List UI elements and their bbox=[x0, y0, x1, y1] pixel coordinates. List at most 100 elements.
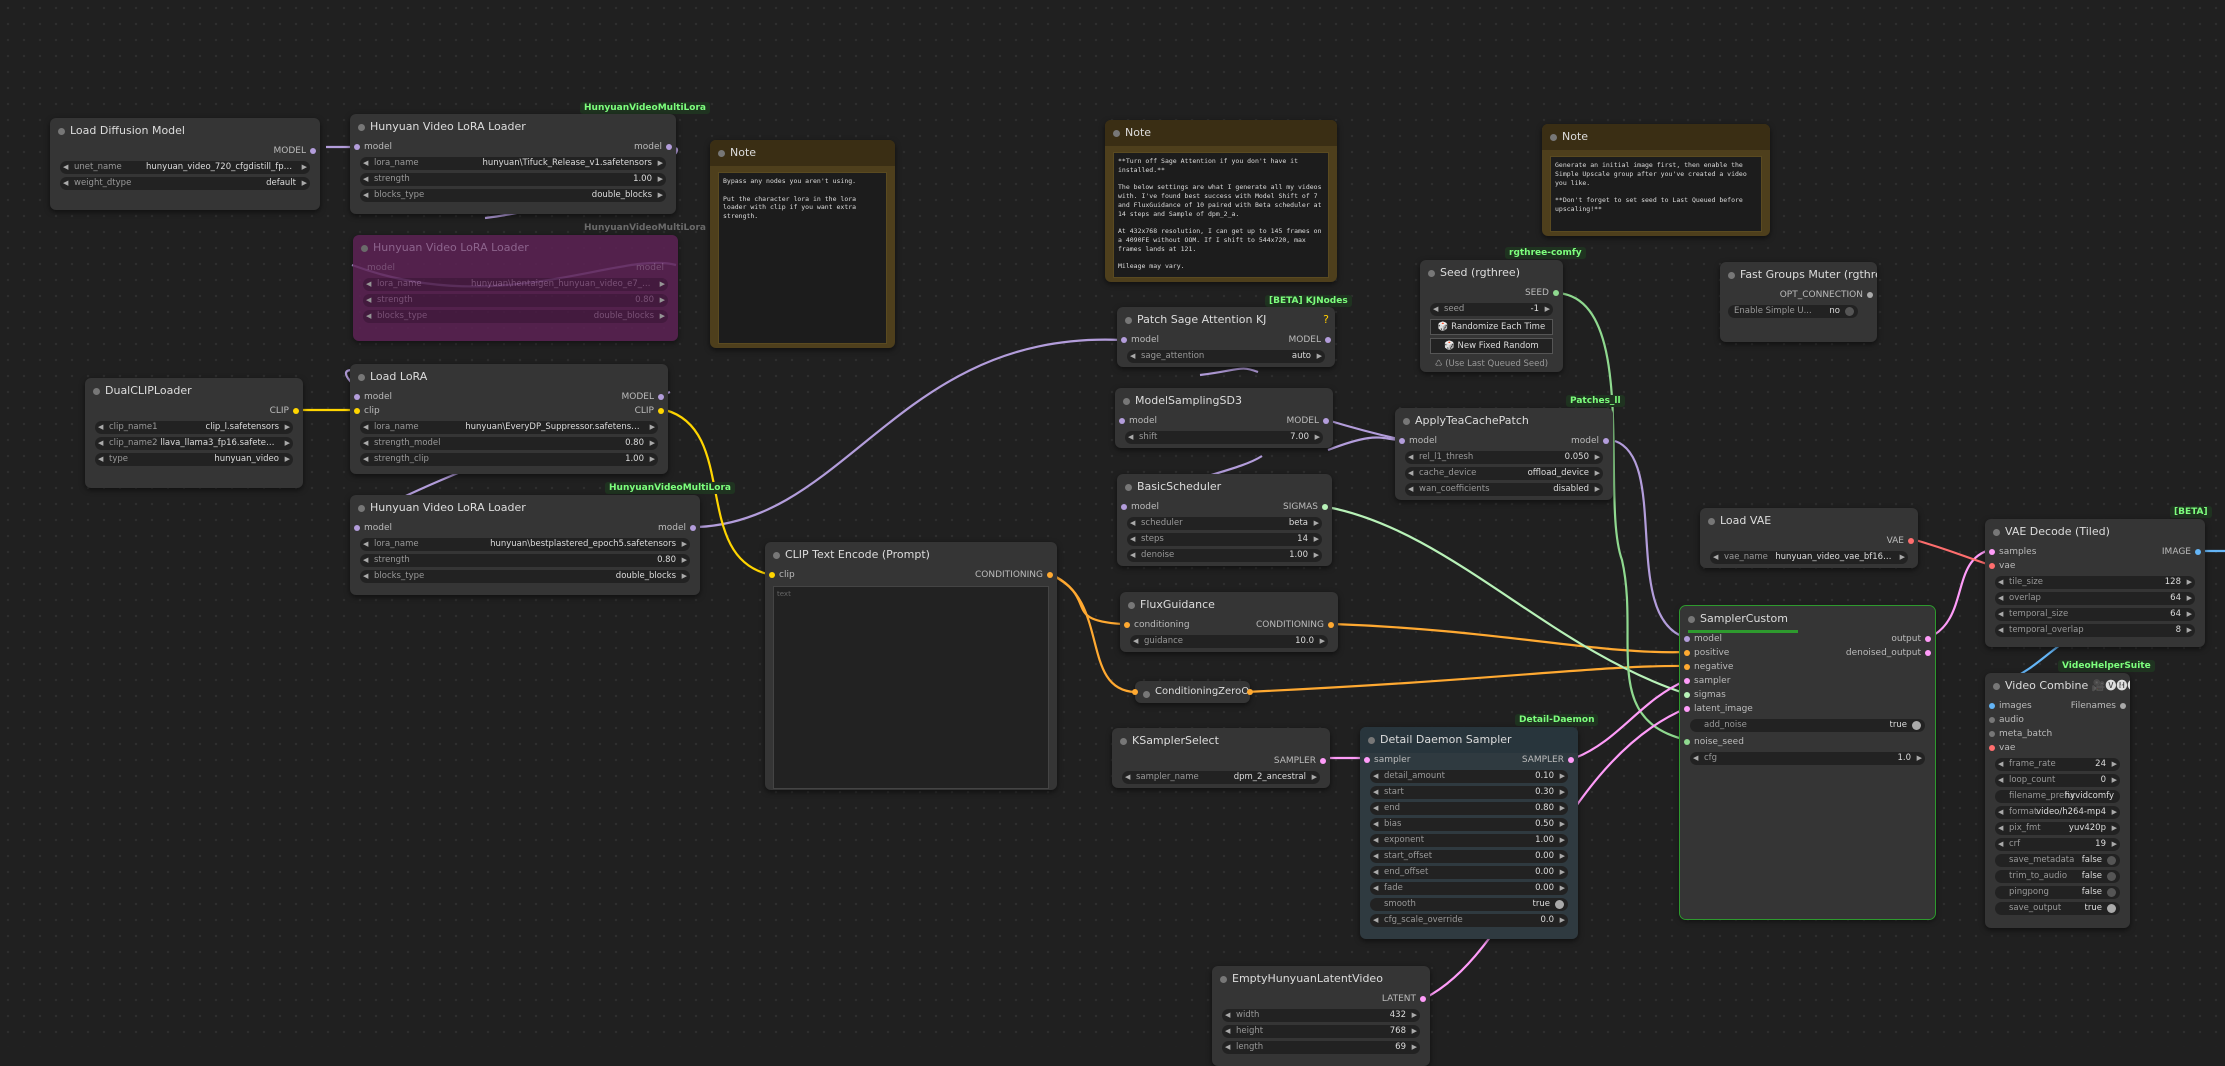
widget-seed[interactable]: seed -1 bbox=[1430, 303, 1553, 316]
node-hunyuan-lora-loader-bypassed[interactable]: Hunyuan Video LoRA Loader model model lor… bbox=[353, 235, 678, 341]
output-slot[interactable] bbox=[1328, 622, 1334, 628]
note-text[interactable]: Generate an initial image first, then en… bbox=[1550, 156, 1762, 232]
widget-temporal-size[interactable]: temporal_size 64 bbox=[1995, 608, 2195, 621]
widget-start-offset[interactable]: start_offset 0.00 bbox=[1370, 850, 1568, 863]
node-clip-text-encode[interactable]: CLIP Text Encode (Prompt) clip CONDITIONI… bbox=[765, 542, 1057, 790]
widget-end-offset[interactable]: end_offset 0.00 bbox=[1370, 866, 1568, 879]
node-title[interactable]: Video Combine 🎥🅥🅗🅢 bbox=[1985, 673, 2130, 699]
node-basic-scheduler[interactable]: BasicScheduler model SIGMAS scheduler beta… bbox=[1117, 474, 1332, 566]
toggle-trim-to-audio[interactable]: trim_to_audio false bbox=[1995, 870, 2120, 883]
input-slot[interactable] bbox=[1989, 563, 1995, 569]
input-slot[interactable] bbox=[354, 525, 360, 531]
widget-end[interactable]: end 0.80 bbox=[1370, 802, 1568, 815]
node-title[interactable]: Detail Daemon Sampler bbox=[1360, 727, 1578, 753]
output-slot[interactable] bbox=[2195, 549, 2201, 555]
node-title[interactable]: ModelSamplingSD3 bbox=[1115, 388, 1333, 414]
output-slot[interactable] bbox=[2120, 703, 2126, 709]
output-slot[interactable] bbox=[1553, 290, 1559, 296]
toggle-pingpong[interactable]: pingpong false bbox=[1995, 886, 2120, 899]
widget-blocks-type[interactable]: blocks_type double_blocks bbox=[363, 310, 668, 323]
widget-bias[interactable]: bias 0.50 bbox=[1370, 818, 1568, 831]
node-title[interactable]: Note bbox=[1105, 120, 1337, 146]
widget-cfg-scale-override[interactable]: cfg_scale_override 0.0 bbox=[1370, 914, 1568, 927]
node-title[interactable]: Hunyuan Video LoRA Loader bbox=[350, 114, 676, 140]
input-slot[interactable] bbox=[1989, 717, 1995, 723]
widget-denoise[interactable]: denoise 1.00 bbox=[1127, 549, 1322, 562]
prompt-textarea[interactable]: text bbox=[773, 586, 1049, 789]
node-title[interactable]: SamplerCustom bbox=[1680, 606, 1935, 632]
widget-strength[interactable]: strength 0.80 bbox=[360, 554, 690, 567]
input-slot[interactable] bbox=[1684, 664, 1690, 670]
widget-strength[interactable]: strength 1.00 bbox=[360, 173, 666, 186]
widget-steps[interactable]: steps 14 bbox=[1127, 533, 1322, 546]
widget-format[interactable]: formatvideo/h264-mp4 bbox=[1995, 806, 2120, 819]
widget-cfg[interactable]: cfg 1.0 bbox=[1690, 752, 1925, 765]
node-patch-sage-attention[interactable]: Patch Sage Attention KJ ? model MODEL sag… bbox=[1117, 307, 1335, 367]
node-title[interactable]: CLIP Text Encode (Prompt) bbox=[765, 542, 1057, 568]
input-slot[interactable] bbox=[1124, 622, 1130, 628]
input-slot[interactable] bbox=[1121, 337, 1127, 343]
output-slot[interactable] bbox=[1908, 538, 1914, 544]
output-slot[interactable] bbox=[1603, 438, 1609, 444]
output-slot[interactable] bbox=[1322, 504, 1328, 510]
node-fast-groups-muter[interactable]: Fast Groups Muter (rgthree) OPT_CONNECTI… bbox=[1720, 262, 1877, 342]
node-hunyuan-lora-loader-1[interactable]: Hunyuan Video LoRA Loader model model lor… bbox=[350, 114, 676, 214]
output-slot[interactable] bbox=[1323, 418, 1329, 424]
widget-sampler-name[interactable]: sampler_name dpm_2_ancestral bbox=[1122, 771, 1320, 784]
input-slot[interactable] bbox=[1684, 650, 1690, 656]
node-video-combine[interactable]: Video Combine 🎥🅥🅗🅢 ? images Filenames aud… bbox=[1985, 673, 2130, 928]
output-slot[interactable] bbox=[310, 148, 316, 154]
widget-clip-name2[interactable]: clip_name2llava_llama3_fp16.safetensors bbox=[95, 437, 293, 450]
widget-scheduler[interactable]: scheduler beta bbox=[1127, 517, 1322, 530]
output-slot[interactable] bbox=[293, 408, 299, 414]
randomize-each-time-button[interactable]: 🎲 Randomize Each Time bbox=[1430, 319, 1553, 335]
input-slot[interactable] bbox=[1684, 678, 1690, 684]
help-icon[interactable]: ? bbox=[1323, 313, 1329, 326]
widget-cache-device[interactable]: cache_device offload_device bbox=[1405, 467, 1603, 480]
input-slot[interactable] bbox=[1989, 703, 1995, 709]
input-slot[interactable] bbox=[1119, 418, 1125, 424]
toggle-save-metadata[interactable]: save_metadata false bbox=[1995, 854, 2120, 867]
widget-length[interactable]: length 69 bbox=[1222, 1041, 1420, 1054]
node-apply-teacache-patch[interactable]: ApplyTeaCachePatch model model rel_l1_thr… bbox=[1395, 408, 1613, 500]
widget-detail-amount[interactable]: detail_amount 0.10 bbox=[1370, 770, 1568, 783]
output-slot[interactable] bbox=[658, 394, 664, 400]
node-title[interactable]: Patch Sage Attention KJ bbox=[1117, 307, 1335, 333]
widget-strength-clip[interactable]: strength_clip 1.00 bbox=[360, 453, 658, 466]
widget-lora-name[interactable]: lora_name hunyuan\bestplastered_epoch5.sa… bbox=[360, 538, 690, 551]
node-note-3[interactable]: Note Generate an initial image first, th… bbox=[1542, 124, 1770, 236]
output-slot[interactable] bbox=[1047, 572, 1053, 578]
input-slot[interactable] bbox=[354, 394, 360, 400]
widget-sage-attention[interactable]: sage_attention auto bbox=[1127, 350, 1325, 363]
node-title[interactable]: FluxGuidance bbox=[1120, 592, 1338, 618]
input-slot[interactable] bbox=[1684, 692, 1690, 698]
node-dual-clip-loader[interactable]: DualCLIPLoader CLIP clip_name1 clip_l.saf… bbox=[85, 378, 303, 488]
widget-blocks-type[interactable]: blocks_type double_blocks bbox=[360, 189, 666, 202]
widget-wan-coefficients[interactable]: wan_coefficients disabled bbox=[1405, 483, 1603, 496]
output-slot[interactable] bbox=[1568, 757, 1574, 763]
use-last-queued-seed-button[interactable]: ♺ (Use Last Queued Seed) bbox=[1430, 357, 1553, 371]
node-load-vae[interactable]: Load VAE VAE vae_name hunyuan_video_vae_b… bbox=[1700, 508, 1918, 568]
node-title[interactable]: BasicScheduler bbox=[1117, 474, 1332, 500]
widget-exponent[interactable]: exponent 1.00 bbox=[1370, 834, 1568, 847]
widget-temporal-overlap[interactable]: temporal_overlap 8 bbox=[1995, 624, 2195, 637]
widget-blocks-type[interactable]: blocks_type double_blocks bbox=[360, 570, 690, 583]
node-title[interactable]: Seed (rgthree) bbox=[1420, 260, 1563, 286]
input-slot[interactable] bbox=[1684, 636, 1690, 642]
input-slot[interactable] bbox=[1989, 549, 1995, 555]
node-note-2[interactable]: Note **Turn off Sage Attention if you do… bbox=[1105, 120, 1337, 282]
input-slot[interactable] bbox=[1132, 689, 1138, 695]
node-sampler-custom[interactable]: SamplerCustom model output positive denois… bbox=[1679, 605, 1936, 920]
input-slot[interactable] bbox=[354, 144, 360, 150]
widget-lora-name[interactable]: lora_name hunyuan\hentaigen_hunyuan_video… bbox=[363, 278, 668, 291]
widget-strength-model[interactable]: strength_model 0.80 bbox=[360, 437, 658, 450]
input-slot[interactable] bbox=[1989, 745, 1995, 751]
node-title[interactable]: Load VAE bbox=[1700, 508, 1918, 534]
widget-unet-name[interactable]: unet_name hunyuan_video_720_cfgdistill_fp… bbox=[60, 161, 310, 174]
widget-fade[interactable]: fade 0.00 bbox=[1370, 882, 1568, 895]
widget-frame-rate[interactable]: frame_rate 24 bbox=[1995, 758, 2120, 771]
node-title[interactable]: EmptyHunyuanLatentVideo bbox=[1212, 966, 1430, 992]
node-title[interactable]: VAE Decode (Tiled) bbox=[1985, 519, 2205, 545]
output-slot[interactable] bbox=[1867, 292, 1873, 298]
output-slot[interactable] bbox=[690, 525, 696, 531]
